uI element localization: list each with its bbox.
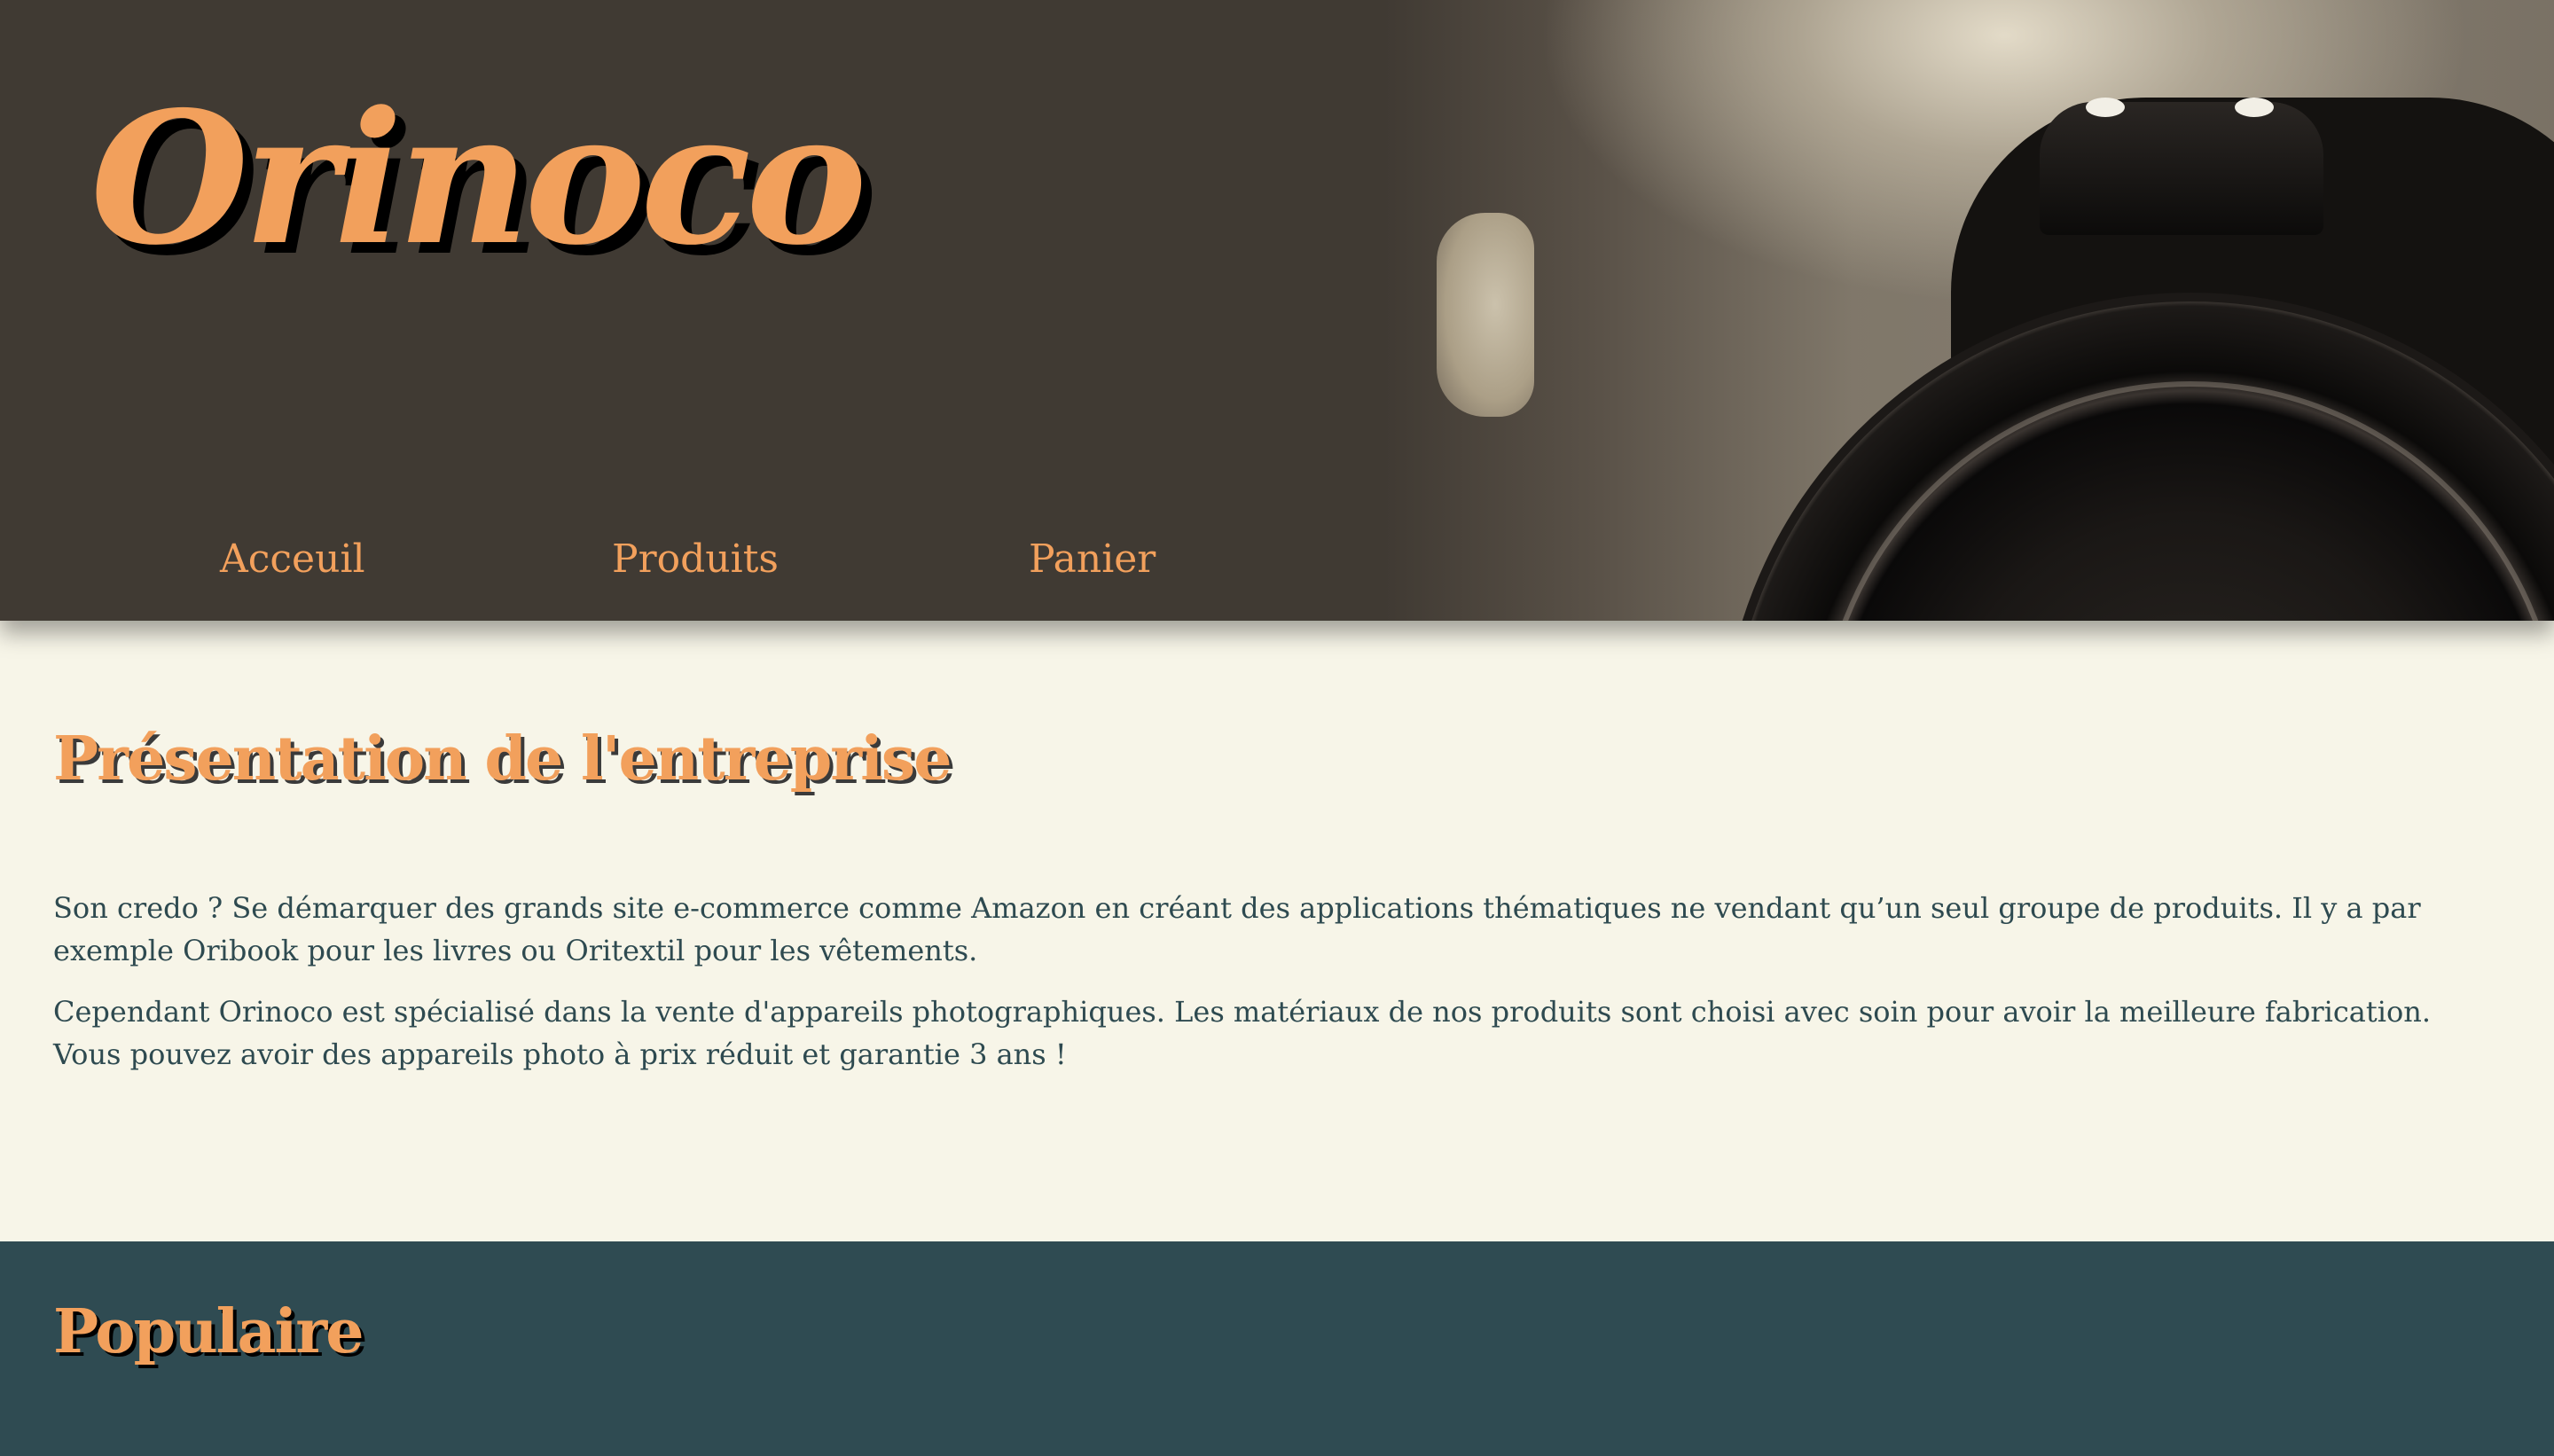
presentation-title: Présentation de l'entreprise [53, 724, 952, 795]
populaire-title: Populaire [53, 1296, 364, 1367]
presentation-section: Présentation de l'entreprise Son credo ?… [0, 621, 2554, 1241]
nav-link-produits[interactable]: Produits [612, 528, 779, 591]
presentation-paragraph: Cependant Orinoco est spécialisé dans la… [53, 995, 2431, 1071]
populaire-section: Populaire [0, 1241, 2554, 1456]
site-header: Orinoco Acceuil Produits Panier [0, 0, 2554, 621]
nav-link-panier[interactable]: Panier [1029, 528, 1156, 591]
main-nav: Acceuil Produits Panier [0, 528, 1383, 591]
header-photo-highlight [2235, 98, 2274, 117]
presentation-paragraph: Son credo ? Se démarquer des grands site… [53, 891, 2421, 967]
site-logo[interactable]: Orinoco [90, 89, 867, 270]
nav-link-acceuil[interactable]: Acceuil [220, 528, 365, 591]
header-photo-ear [1437, 213, 1534, 417]
header-photo-highlight [2086, 98, 2125, 117]
header-photo-camera-prism [2040, 102, 2323, 235]
